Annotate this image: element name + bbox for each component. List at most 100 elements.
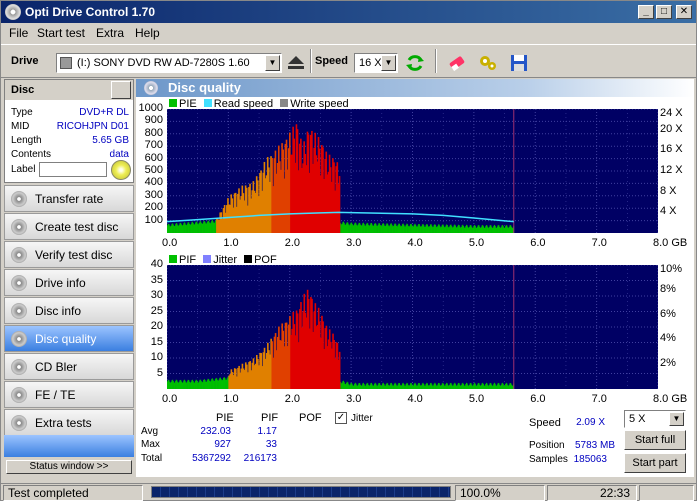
pif-chart-plot <box>167 265 658 389</box>
refresh-icon <box>406 55 424 71</box>
chevron-down-icon[interactable]: ▼ <box>265 55 280 71</box>
floppy-icon <box>511 55 527 71</box>
nav-label: Create test disc <box>35 220 119 234</box>
start-full-button[interactable]: Start full <box>624 430 686 450</box>
disc-refresh-button[interactable] <box>111 81 131 99</box>
save-button[interactable] <box>507 51 531 75</box>
y-tick-label: 25 <box>150 304 163 317</box>
menu-extra[interactable]: Extra <box>96 26 124 40</box>
erase-button[interactable] <box>445 51 469 75</box>
nav-label: Disc info <box>35 304 82 318</box>
jitter-checkbox[interactable]: ✓ <box>335 412 347 424</box>
disc-type-value: DVD+R DL <box>79 107 129 118</box>
x-tick-label: 1.0 <box>223 393 239 405</box>
title-bar: Opti Drive Control 1.70 _ □ ✕ <box>1 1 696 23</box>
stats-avg-pie: 232.03 <box>200 426 231 437</box>
nav-create-test-disc[interactable]: Create test disc <box>4 213 134 240</box>
pie-chart-plot <box>167 109 658 233</box>
stats-total-pie: 5367292 <box>192 453 231 464</box>
disc-label-input[interactable] <box>39 162 107 177</box>
nav-disc-info[interactable]: Disc info <box>4 297 134 324</box>
nav-cd-bler[interactable]: CD Bler <box>4 353 134 380</box>
y-right-tick-label: 24 X <box>660 107 683 119</box>
settings-button[interactable] <box>476 51 500 75</box>
y-right-tick-label: 4% <box>660 332 676 345</box>
y-tick-label: 30 <box>150 289 163 301</box>
legend-swatch-pif <box>169 255 177 263</box>
toolbar: Drive (I:) SONY DVD RW AD-7280S 1.60 ▼ S… <box>1 44 696 78</box>
menu-bar: File Start test Extra Help <box>1 23 696 42</box>
nav-verify-test-disc[interactable]: Verify test disc <box>4 241 134 268</box>
disc-mid-key: MID <box>11 121 30 132</box>
spike-bar <box>338 176 341 233</box>
x-tick-label: 3.0 <box>346 237 362 249</box>
y-tick-label: 300 <box>144 188 163 201</box>
close-button[interactable]: ✕ <box>676 5 692 19</box>
y-right-tick-label: 6% <box>660 307 676 320</box>
stats-col-pof: POF <box>299 412 322 424</box>
disc-icon <box>144 81 158 95</box>
nav-drive-info[interactable]: Drive info <box>4 269 134 296</box>
x-tick-label: 5.0 <box>468 237 485 249</box>
y-tick-label: 10 <box>150 351 163 363</box>
nav-fe-te[interactable]: FE / TE <box>4 381 134 408</box>
disc-icon <box>11 359 27 375</box>
disc-icon <box>11 275 27 291</box>
speed-select-value: 16 X <box>359 57 382 69</box>
x-tick-label: 5.0 <box>468 393 485 405</box>
disc-app-icon <box>5 4 21 20</box>
nav-extra-tests[interactable]: Extra tests <box>4 409 134 436</box>
maximize-button[interactable]: □ <box>656 5 672 19</box>
menu-start-test[interactable]: Start test <box>37 26 85 40</box>
disc-label-button[interactable] <box>111 160 131 180</box>
disc-icon <box>11 247 27 263</box>
y-tick-label: 35 <box>150 273 163 286</box>
position-value: 5783 MB <box>574 440 615 451</box>
y-tick-label: 20 <box>150 320 163 332</box>
stats-total-label: Total <box>141 453 163 464</box>
chevron-down-icon[interactable]: ▼ <box>669 412 684 426</box>
samples-label: Samples <box>529 454 568 465</box>
disc-icon <box>11 219 27 235</box>
speed-select[interactable]: 16 X ▼ <box>354 53 398 73</box>
nav-label: CD Bler <box>35 360 78 374</box>
drive-select[interactable]: (I:) SONY DVD RW AD-7280S 1.60 ▼ <box>56 53 282 73</box>
disc-length-key: Length <box>11 135 42 146</box>
x-tick-label: 4.0 <box>407 237 423 249</box>
y-right-tick-label: 20 X <box>660 122 683 135</box>
eject-button[interactable] <box>284 51 308 75</box>
x-tick-label: 7.0 <box>591 237 607 249</box>
disc-contents-key: Contents <box>11 149 52 160</box>
status-window-button[interactable]: Status window >> <box>6 460 132 474</box>
status-text: Test completed <box>3 485 143 501</box>
nav-transfer-rate[interactable]: Transfer rate <box>4 185 134 212</box>
refresh-button[interactable] <box>403 51 427 75</box>
disc-label-key: Label <box>11 164 36 175</box>
disc-icon <box>11 303 27 319</box>
status-percent: 100.0% <box>455 485 545 501</box>
pie-chart-svg <box>167 109 658 233</box>
y-right-tick-label: 2% <box>660 357 676 370</box>
minimize-button[interactable]: _ <box>638 5 654 19</box>
stats-total-pif: 216173 <box>243 453 277 464</box>
menu-file[interactable]: File <box>9 26 28 40</box>
chevron-down-icon[interactable]: ▼ <box>381 55 396 71</box>
jitter-checkbox-label: Jitter <box>351 413 373 424</box>
stats-avg-label: Avg <box>141 426 159 437</box>
start-part-button[interactable]: Start part <box>624 453 686 473</box>
x-tick-label: 1.0 <box>223 237 239 249</box>
x-tick-label: 0.0 <box>162 237 178 249</box>
legend-swatch-read <box>203 99 212 107</box>
menu-help[interactable]: Help <box>135 26 160 40</box>
y-tick-label: 1000 <box>138 102 163 114</box>
left-panel: Disc Type DVD+R DL MID RICOHJPN D01 Leng… <box>4 79 134 477</box>
test-speed-select[interactable]: 5 X ▼ <box>624 410 686 428</box>
nav-disc-quality[interactable]: Disc quality <box>4 325 134 352</box>
y-tick-label: 5 <box>156 366 163 379</box>
progress-fill <box>152 487 450 497</box>
eject-icon <box>288 56 304 69</box>
y-tick-label: 15 <box>150 335 163 348</box>
disc-info-panel: Disc Type DVD+R DL MID RICOHJPN D01 Leng… <box>4 79 134 183</box>
y-right-tick-label: 8 X <box>660 184 677 197</box>
speed-readout-label: Speed <box>529 417 561 429</box>
